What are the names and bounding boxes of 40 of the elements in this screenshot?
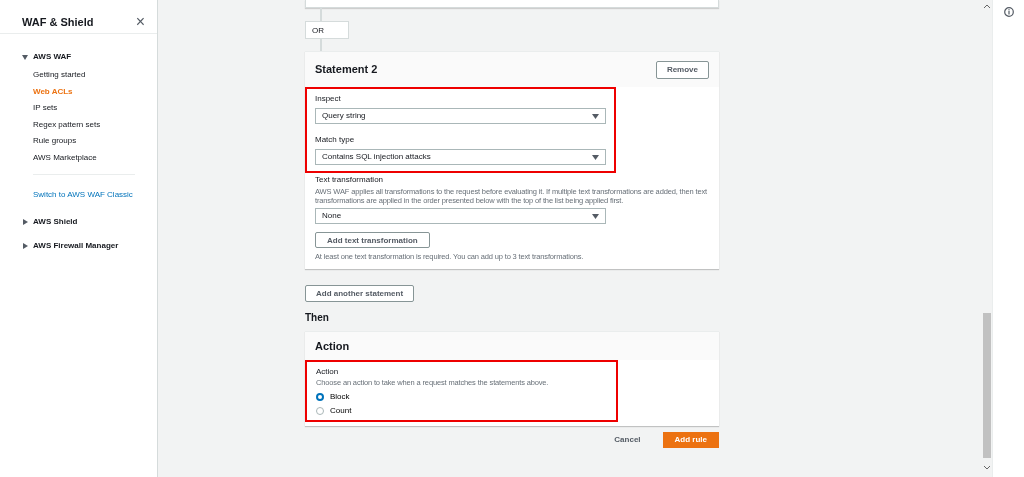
add-statement-button[interactable]: Add another statement: [305, 285, 415, 302]
caret-down-icon: [22, 54, 28, 60]
nav-section[interactable]: AWS Shield: [0, 214, 78, 230]
sidebar-title: WAF & Shield: [22, 14, 94, 30]
add-transformation-button[interactable]: Add text transformation: [315, 232, 430, 248]
section-heading: Then: [305, 311, 330, 325]
card-title: Action: [315, 338, 350, 354]
radio-icon[interactable]: [316, 407, 324, 415]
select-field[interactable]: None: [315, 208, 606, 224]
nav-section[interactable]: AWS WAF: [0, 49, 72, 65]
nav-link[interactable]: AWS Marketplace: [0, 149, 157, 166]
nav-link[interactable]: Regex pattern sets: [0, 116, 157, 133]
radio-option[interactable]: Block: [316, 390, 350, 404]
nav-link[interactable]: Getting started: [0, 67, 157, 84]
nav-link[interactable]: Switch to AWS WAF Classic: [33, 189, 133, 201]
card-title: Statement 2: [315, 62, 378, 78]
caret-down-icon: [592, 213, 599, 219]
cancel-button[interactable]: Cancel: [608, 433, 647, 447]
radio-option[interactable]: Count: [316, 404, 352, 418]
caret-down-icon: [592, 154, 599, 160]
scroll-up-icon[interactable]: [983, 4, 991, 9]
scrollbar-thumb[interactable]: [983, 313, 991, 458]
field-label: Match type: [315, 134, 356, 146]
nav-link[interactable]: Rule groups: [0, 133, 157, 150]
nav-section[interactable]: AWS Firewall Manager: [0, 238, 119, 254]
select-field[interactable]: Query string: [315, 108, 606, 124]
field-label: Text transformation: [315, 174, 385, 186]
close-button[interactable]: ×: [135, 14, 145, 30]
nav-link[interactable]: IP sets: [0, 100, 157, 117]
scroll-down-icon[interactable]: [983, 465, 991, 470]
select-field[interactable]: Contains SQL injection attacks: [315, 149, 606, 165]
caret-down-icon: [592, 113, 599, 119]
caret-right-icon: [22, 219, 28, 225]
caret-right-icon: [22, 243, 28, 249]
remove-button[interactable]: Remove: [655, 60, 709, 79]
radio-icon[interactable]: [316, 393, 324, 401]
field-label: Action: [316, 366, 340, 378]
info-icon[interactable]: [1003, 7, 1014, 17]
operator-label: OR: [305, 21, 349, 39]
field-label: Inspect: [315, 93, 342, 105]
